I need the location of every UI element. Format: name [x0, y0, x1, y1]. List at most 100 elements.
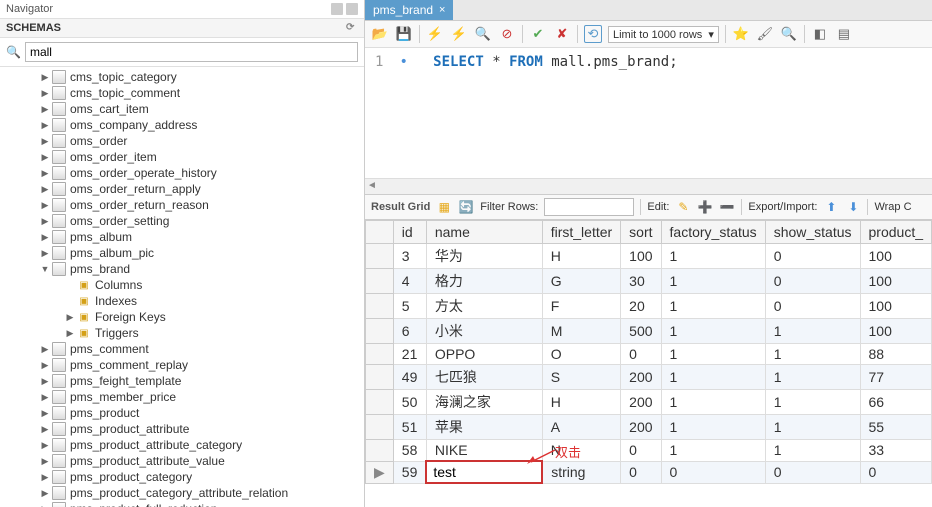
cell-product_[interactable]: 33	[860, 440, 931, 462]
cell-product_[interactable]: 88	[860, 344, 931, 365]
refresh-icon[interactable]: ⟳	[346, 22, 358, 34]
cell-factory_status[interactable]: 1	[661, 319, 765, 344]
rollback-icon[interactable]: ✘	[553, 25, 571, 43]
table-row[interactable]: 58NIKEN01133	[366, 440, 932, 462]
cell-sort[interactable]: 20	[621, 294, 661, 319]
expand-arrow-icon[interactable]: ▶	[40, 360, 50, 371]
column-header-id[interactable]: id	[393, 221, 426, 244]
cell-name[interactable]: 华为	[426, 244, 542, 269]
cell-id[interactable]: 21	[393, 344, 426, 365]
cell-name[interactable]: 格力	[426, 269, 542, 294]
cell-show_status[interactable]: 1	[765, 365, 860, 390]
cell-product_[interactable]: 0	[860, 461, 931, 483]
tree-table-pms_member_price[interactable]: ▶pms_member_price	[0, 389, 364, 405]
tree-table-pms_brand[interactable]: ▼pms_brand	[0, 261, 364, 277]
tab-close-icon[interactable]: ×	[439, 4, 445, 16]
cell-name[interactable]: 方太	[426, 294, 542, 319]
expand-arrow-icon[interactable]: ▶	[40, 120, 50, 131]
toggle-panel-icon[interactable]: ◧	[811, 25, 829, 43]
cell-first_letter[interactable]: F	[542, 294, 620, 319]
tree-table-oms_cart_item[interactable]: ▶oms_cart_item	[0, 101, 364, 117]
editor-scrollbar[interactable]	[365, 178, 932, 194]
open-file-icon[interactable]: 📂	[371, 25, 389, 43]
cell-first_letter[interactable]: N	[542, 440, 620, 462]
cell-show_status[interactable]: 0	[765, 269, 860, 294]
tree-table-oms_order_return_reason[interactable]: ▶oms_order_return_reason	[0, 197, 364, 213]
column-header-name[interactable]: name	[426, 221, 542, 244]
brush-icon[interactable]: 🖌	[756, 25, 774, 43]
cell-product_[interactable]: 77	[860, 365, 931, 390]
cell-sort[interactable]: 0	[621, 440, 661, 462]
expand-arrow-icon[interactable]: ▶	[40, 440, 50, 451]
tree-folder-indexes[interactable]: ▣Indexes	[65, 293, 364, 309]
expand-arrow-icon[interactable]: ▶	[40, 168, 50, 179]
tree-table-pms_product_category_attribute_relation[interactable]: ▶pms_product_category_attribute_relation	[0, 485, 364, 501]
expand-arrow-icon[interactable]: ▶	[40, 344, 50, 355]
filter-rows-input[interactable]	[544, 198, 634, 216]
tree-folder-columns[interactable]: ▣Columns	[65, 277, 364, 293]
cell-product_[interactable]: 100	[860, 269, 931, 294]
tree-table-oms_order_operate_history[interactable]: ▶oms_order_operate_history	[0, 165, 364, 181]
cell-name[interactable]: 苹果	[426, 415, 542, 440]
cell-first_letter[interactable]: O	[542, 344, 620, 365]
cell-name[interactable]: OPPO	[426, 344, 542, 365]
tree-table-pms_product_category[interactable]: ▶pms_product_category	[0, 469, 364, 485]
row-selector[interactable]	[366, 440, 394, 462]
delete-row-icon[interactable]: ➖	[719, 199, 735, 215]
cell-id[interactable]: 51	[393, 415, 426, 440]
tree-table-oms_order_setting[interactable]: ▶oms_order_setting	[0, 213, 364, 229]
stop-icon[interactable]: ⊘	[498, 25, 516, 43]
row-selector[interactable]: ▶	[366, 461, 394, 483]
row-selector[interactable]	[366, 269, 394, 294]
execute-step-icon[interactable]: ⚡	[450, 25, 468, 43]
cell-sort[interactable]: 200	[621, 390, 661, 415]
cell-id[interactable]: 49	[393, 365, 426, 390]
cell-factory_status[interactable]: 1	[661, 415, 765, 440]
cell-first_letter[interactable]: H	[542, 244, 620, 269]
table-row[interactable]: ▶59string0000	[366, 461, 932, 483]
cell-id[interactable]: 3	[393, 244, 426, 269]
expand-arrow-icon[interactable]: ▶	[40, 504, 50, 507]
row-selector[interactable]	[366, 294, 394, 319]
expand-arrow-icon[interactable]: ▼	[40, 264, 50, 274]
cell-first_letter[interactable]: M	[542, 319, 620, 344]
close-icon[interactable]	[346, 3, 358, 15]
cell-show_status[interactable]: 1	[765, 415, 860, 440]
expand-arrow-icon[interactable]: ▶	[65, 312, 75, 323]
row-selector[interactable]	[366, 319, 394, 344]
cell-factory_status[interactable]: 1	[661, 244, 765, 269]
tree-table-oms_order_item[interactable]: ▶oms_order_item	[0, 149, 364, 165]
expand-arrow-icon[interactable]: ▶	[40, 200, 50, 211]
expand-arrow-icon[interactable]: ▶	[40, 136, 50, 147]
tree-table-pms_comment[interactable]: ▶pms_comment	[0, 341, 364, 357]
row-limit-select[interactable]: Limit to 1000 rows ▾	[608, 26, 719, 43]
cell-show_status[interactable]: 1	[765, 344, 860, 365]
tree-table-oms_company_address[interactable]: ▶oms_company_address	[0, 117, 364, 133]
cell-sort[interactable]: 100	[621, 244, 661, 269]
explain-icon[interactable]: 🔍	[474, 25, 492, 43]
beautify-icon[interactable]: ⭐	[732, 25, 750, 43]
tab-pms-brand[interactable]: pms_brand ×	[365, 0, 453, 20]
table-row[interactable]: 6小米M50011100	[366, 319, 932, 344]
expand-arrow-icon[interactable]: ▶	[40, 184, 50, 195]
cell-product_[interactable]: 100	[860, 319, 931, 344]
column-header-sort[interactable]: sort	[621, 221, 661, 244]
cell-first_letter[interactable]: S	[542, 365, 620, 390]
cell-id[interactable]: 4	[393, 269, 426, 294]
row-selector[interactable]	[366, 390, 394, 415]
result-grid[interactable]: idnamefirst_lettersortfactory_statusshow…	[365, 220, 932, 484]
cell-first_letter[interactable]: A	[542, 415, 620, 440]
autocommit-icon[interactable]: ⟲	[584, 25, 602, 43]
table-row[interactable]: 3华为H10010100	[366, 244, 932, 269]
expand-arrow-icon[interactable]: ▶	[65, 328, 75, 339]
cell-name[interactable]: NIKE	[426, 440, 542, 462]
table-row[interactable]: 5方太F2010100	[366, 294, 932, 319]
cell-show_status[interactable]: 0	[765, 294, 860, 319]
cell-product_[interactable]: 100	[860, 244, 931, 269]
grid-icon[interactable]: ▦	[436, 199, 452, 215]
import-icon[interactable]: ⬇	[845, 199, 861, 215]
cell-product_[interactable]: 100	[860, 294, 931, 319]
tree-table-pms_product_attribute[interactable]: ▶pms_product_attribute	[0, 421, 364, 437]
table-row[interactable]: 49七匹狼S2001177	[366, 365, 932, 390]
cell-show_status[interactable]: 1	[765, 319, 860, 344]
